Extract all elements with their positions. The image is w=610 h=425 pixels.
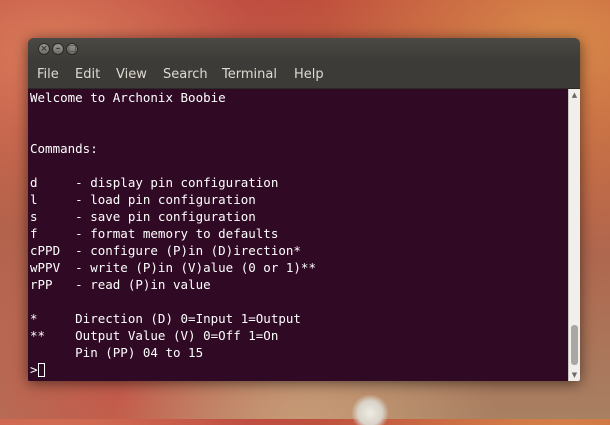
menu-help[interactable]: Help [294, 67, 324, 82]
menu-search[interactable]: Search [163, 67, 208, 82]
terminal-line: Commands: [30, 141, 98, 156]
text-cursor [38, 363, 45, 377]
title-bar: × – □ [28, 38, 580, 62]
minimize-button[interactable]: – [52, 43, 64, 55]
terminal-line: f - format memory to defaults [30, 226, 279, 241]
terminal-window: × – □ File Edit View Search Terminal Hel… [28, 38, 580, 381]
terminal-line: s - save pin configuration [30, 209, 256, 224]
terminal-line: d - display pin configuration [30, 175, 279, 190]
menu-bar: File Edit View Search Terminal Help [28, 62, 580, 89]
menu-view[interactable]: View [116, 67, 147, 82]
terminal-line: * Direction (D) 0=Input 1=Output [30, 311, 301, 326]
vertical-scrollbar[interactable]: ▲ ▼ [568, 89, 580, 381]
terminal-line: cPPD - configure (P)in (D)irection* [30, 243, 301, 258]
menu-edit[interactable]: Edit [75, 67, 100, 82]
terminal-line: Welcome to Archonix Boobie [30, 90, 226, 105]
terminal-line: Pin (PP) 04 to 15 [30, 345, 204, 360]
terminal-line: ** Output Value (V) 0=Off 1=On [30, 328, 279, 343]
background-flower [350, 395, 390, 425]
scroll-down-arrow-icon[interactable]: ▼ [569, 369, 580, 381]
close-button[interactable]: × [38, 43, 50, 55]
scrollbar-thumb[interactable] [571, 325, 578, 365]
menu-terminal[interactable]: Terminal [222, 67, 277, 82]
terminal-prompt: > [30, 362, 38, 377]
terminal-line: rPP - read (P)in value [30, 277, 211, 292]
terminal-line: wPPV - write (P)in (V)alue (0 or 1)** [30, 260, 316, 275]
terminal-line: l - load pin configuration [30, 192, 256, 207]
menu-file[interactable]: File [37, 67, 59, 82]
maximize-button[interactable]: □ [66, 43, 78, 55]
scroll-up-arrow-icon[interactable]: ▲ [569, 89, 580, 101]
terminal-output[interactable]: Welcome to Archonix Boobie Commands: d -… [28, 89, 568, 381]
